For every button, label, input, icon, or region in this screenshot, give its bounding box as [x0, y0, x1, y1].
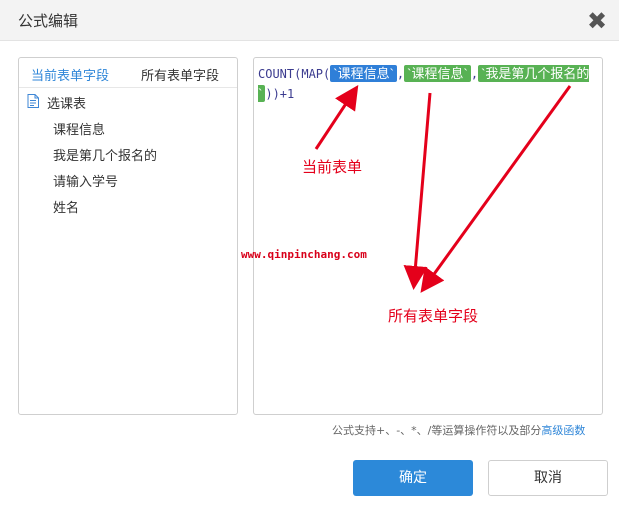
- field-token[interactable]: `课程信息`: [330, 65, 397, 82]
- confirm-button[interactable]: 确定: [353, 460, 473, 496]
- tab-divider: [19, 87, 237, 88]
- formula-editor[interactable]: COUNT(MAP(`课程信息`, `课程信息`, `我是第几个报名的`))+1: [253, 57, 603, 415]
- title-bar: 公式编辑 ✖: [0, 0, 619, 41]
- close-icon[interactable]: ✖: [584, 8, 610, 34]
- field-item[interactable]: 请输入学号: [53, 171, 118, 190]
- field-panel: 当前表单字段 所有表单字段 选课表 课程信息 我是第几个报名的 请输入学号 姓名: [18, 57, 238, 415]
- tab-all-form-fields[interactable]: 所有表单字段: [141, 65, 219, 84]
- dialog-title: 公式编辑: [18, 12, 79, 30]
- field-token[interactable]: `课程信息`: [404, 65, 471, 82]
- watermark: www.qinpinchang.com: [241, 248, 367, 261]
- document-icon: [27, 94, 39, 108]
- annotation-current-form: 当前表单: [302, 158, 363, 176]
- field-item[interactable]: 课程信息: [53, 119, 105, 138]
- formula-editor-dialog: 公式编辑 ✖ 当前表单字段 所有表单字段 选课表 课程信息 我是第几个报名的 请…: [0, 0, 619, 509]
- field-item[interactable]: 姓名: [53, 197, 79, 216]
- annotation-all-fields: 所有表单字段: [388, 307, 479, 325]
- form-name: 选课表: [47, 97, 87, 112]
- formula-separator: ,: [470, 67, 479, 81]
- field-item[interactable]: 我是第几个报名的: [53, 145, 157, 164]
- formula-text[interactable]: COUNT(MAP(`课程信息`, `课程信息`, `我是第几个报名的`))+1: [258, 64, 598, 104]
- formula-suffix: ))+1: [265, 87, 295, 101]
- formula-prefix: COUNT(MAP(: [258, 67, 331, 81]
- hint-text: 公式支持+、-、*、/等运算操作符以及部分: [332, 424, 542, 437]
- cancel-button[interactable]: 取消: [488, 460, 608, 496]
- tab-current-form-fields[interactable]: 当前表单字段: [31, 65, 109, 84]
- formula-hint: 公式支持+、-、*、/等运算操作符以及部分高级函数: [332, 422, 585, 438]
- field-tabs: 当前表单字段 所有表单字段: [19, 58, 237, 88]
- advanced-functions-link[interactable]: 高级函数: [541, 424, 585, 437]
